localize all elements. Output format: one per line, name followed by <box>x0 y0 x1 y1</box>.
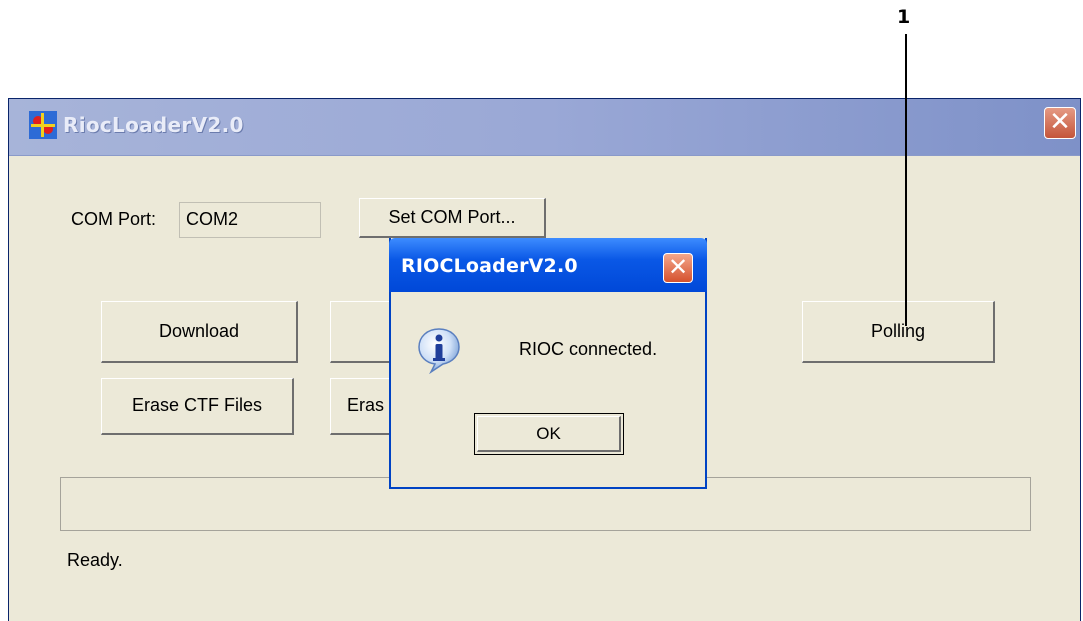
window-titlebar[interactable]: RiocLoaderV2.0 ✕ <box>9 99 1080 156</box>
callout-line <box>905 34 907 326</box>
com-port-field: COM2 <box>179 202 321 238</box>
download-button[interactable]: Download <box>101 301 298 363</box>
dialog-message: RIOC connected. <box>519 339 658 359</box>
window-close-button[interactable]: ✕ <box>1044 107 1076 139</box>
ok-button[interactable]: OK <box>474 413 624 455</box>
com-port-label: COM Port: <box>71 209 157 229</box>
callout-number: 1 <box>897 6 911 28</box>
dialog-close-button[interactable]: ✕ <box>663 253 693 283</box>
status-text: Ready. <box>67 550 123 570</box>
dialog-title: RIOCLoaderV2.0 <box>401 255 578 277</box>
app-icon <box>29 111 57 139</box>
window-title: RiocLoaderV2.0 <box>63 113 244 137</box>
dialog-titlebar[interactable]: RIOCLoaderV2.0 ✕ <box>389 238 707 292</box>
ok-button-label: OK <box>477 416 621 452</box>
polling-button[interactable]: Polling <box>802 301 995 363</box>
info-icon <box>418 328 460 374</box>
set-com-port-button[interactable]: Set COM Port... <box>359 198 546 238</box>
erase-ctf-files-button[interactable]: Erase CTF Files <box>101 378 294 435</box>
message-dialog: RIOCLoaderV2.0 ✕ RIOC connected. OK <box>389 238 707 489</box>
